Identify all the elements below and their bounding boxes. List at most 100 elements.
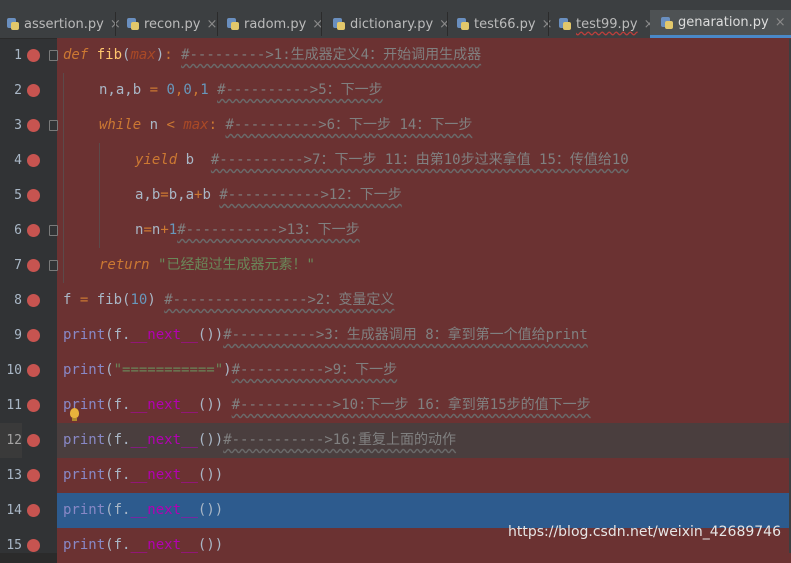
- lightbulb-icon[interactable]: [70, 408, 79, 421]
- code-text: return "已经超过生成器元素！": [99, 257, 315, 273]
- code-line-selected[interactable]: 14 print(f.__next__()): [0, 493, 791, 528]
- code-line[interactable]: 7 return "已经超过生成器元素！": [0, 248, 791, 283]
- line-number: 2: [14, 83, 22, 98]
- python-file-icon: [332, 17, 346, 31]
- code-line[interactable]: 10 print("===========")#---------->9：下一步: [0, 353, 791, 388]
- code-line[interactable]: 12 print(f.__next__())#----------->16:重复…: [0, 423, 791, 458]
- code-text: print("===========")#---------->9：下一步: [63, 362, 398, 378]
- code-text: while n < max: #---------->6：下一步 14：下一步: [99, 117, 473, 133]
- tab-label: radom.py: [244, 16, 307, 32]
- code-line[interactable]: 1 def fib(max): #--------->1:生成器定义4：开始调用…: [0, 38, 791, 73]
- line-number: 5: [14, 188, 22, 203]
- indent-guide: [99, 178, 100, 213]
- tab-radom[interactable]: radom.py ×: [226, 10, 323, 38]
- line-number: 11: [6, 398, 22, 413]
- tab-label: genaration.py: [678, 15, 769, 30]
- line-number: 7: [14, 258, 22, 273]
- python-file-icon: [6, 17, 20, 31]
- breakpoint-icon[interactable]: [27, 329, 40, 342]
- breakpoint-icon[interactable]: [27, 434, 40, 447]
- breakpoint-icon[interactable]: [27, 49, 40, 62]
- python-file-icon: [558, 17, 572, 31]
- line-number: 8: [14, 293, 22, 308]
- code-text: print(f.__next__())#---------->3：生成器调用 8…: [63, 327, 588, 343]
- tab-divider: [115, 12, 116, 36]
- indent-guide: [63, 178, 64, 213]
- code-line[interactable]: 11 print(f.__next__()) #----------->10:下…: [0, 388, 791, 423]
- tab-dictionary[interactable]: dictionary.py ×: [332, 10, 450, 38]
- indent-guide: [63, 213, 64, 248]
- code-text: print(f.__next__()) #----------->10:下一步 …: [63, 397, 591, 413]
- breakpoint-icon[interactable]: [27, 189, 40, 202]
- breakpoint-icon[interactable]: [27, 259, 40, 272]
- tab-assertion[interactable]: assertion.py ×: [6, 10, 121, 38]
- code-text: n,a,b = 0,0,1 #---------->5：下一步: [99, 82, 383, 98]
- python-file-icon: [226, 17, 240, 31]
- code-text: print(f.__next__()): [63, 467, 224, 483]
- line-number: 10: [6, 363, 22, 378]
- breakpoint-icon[interactable]: [27, 294, 40, 307]
- watermark-text: https://blog.csdn.net/weixin_42689746: [507, 524, 781, 540]
- tab-label: assertion.py: [24, 16, 104, 32]
- code-text: print(f.__next__())#----------->16:重复上面的…: [63, 432, 457, 448]
- tab-divider: [321, 12, 322, 36]
- fold-marker-icon[interactable]: [49, 50, 58, 61]
- code-text: print(f.__next__()): [63, 502, 224, 518]
- line-number: 3: [14, 118, 22, 133]
- tab-divider: [217, 12, 218, 36]
- python-file-icon: [456, 17, 470, 31]
- code-text: a,b=b,a+b #----------->12：下一步: [135, 187, 402, 203]
- breakpoint-icon[interactable]: [27, 504, 40, 517]
- close-icon[interactable]: ×: [439, 17, 450, 32]
- breakpoint-icon[interactable]: [27, 119, 40, 132]
- code-text: n=n+1#----------->13：下一步: [135, 222, 360, 238]
- indent-guide: [63, 108, 64, 143]
- tab-label: dictionary.py: [350, 16, 434, 32]
- code-line[interactable]: 13 print(f.__next__()): [0, 458, 791, 493]
- breakpoint-icon[interactable]: [27, 154, 40, 167]
- line-number: 4: [14, 153, 22, 168]
- line-number: 12: [0, 423, 22, 458]
- breakpoint-icon[interactable]: [27, 224, 40, 237]
- python-file-icon: [660, 16, 674, 30]
- editor-tab-bar: assertion.py × recon.py × radom.py × dic…: [0, 0, 791, 39]
- breakpoint-icon[interactable]: [27, 399, 40, 412]
- code-line[interactable]: 9 print(f.__next__())#---------->3：生成器调用…: [0, 318, 791, 353]
- tab-label: test99.py: [576, 16, 638, 32]
- code-line[interactable]: 8 f = fib(10) #---------------->2：变量定义: [0, 283, 791, 318]
- code-text: f = fib(10) #---------------->2：变量定义: [63, 292, 395, 308]
- tab-divider: [447, 12, 448, 36]
- tab-test99[interactable]: test99.py ×: [558, 10, 655, 38]
- breakpoint-icon[interactable]: [27, 469, 40, 482]
- tab-recon[interactable]: recon.py ×: [126, 10, 217, 38]
- line-number: 6: [14, 223, 22, 238]
- python-file-icon: [126, 17, 140, 31]
- code-line[interactable]: 4 yield b #---------->7：下一步 11：由第10步过来拿值…: [0, 143, 791, 178]
- line-number: 1: [14, 48, 22, 63]
- breakpoint-icon[interactable]: [27, 84, 40, 97]
- code-line[interactable]: 6 n=n+1#----------->13：下一步: [0, 213, 791, 248]
- fold-marker-icon[interactable]: [49, 120, 58, 131]
- code-text: def fib(max): #--------->1:生成器定义4：开始调用生成…: [63, 47, 482, 63]
- code-line[interactable]: 3 while n < max: #---------->6：下一步 14：下一…: [0, 108, 791, 143]
- line-number: 14: [6, 503, 22, 518]
- fold-marker-icon[interactable]: [49, 225, 58, 236]
- tab-divider: [548, 12, 549, 36]
- indent-guide: [63, 248, 64, 283]
- breakpoint-icon[interactable]: [27, 364, 40, 377]
- fold-marker-icon[interactable]: [49, 260, 58, 271]
- indent-guide: [99, 143, 100, 178]
- line-number: 13: [6, 468, 22, 483]
- code-text: yield b #---------->7：下一步 11：由第10步过来拿值 1…: [135, 152, 629, 168]
- tab-test66[interactable]: test66.py ×: [456, 10, 553, 38]
- tab-genaration[interactable]: genaration.py ×: [650, 10, 791, 38]
- close-icon[interactable]: ×: [775, 15, 786, 30]
- indent-guide: [99, 213, 100, 248]
- code-line[interactable]: 2 n,a,b = 0,0,1 #---------->5：下一步: [0, 73, 791, 108]
- tab-label: recon.py: [144, 16, 201, 32]
- code-line[interactable]: 5 a,b=b,a+b #----------->12：下一步: [0, 178, 791, 213]
- tab-label: test66.py: [474, 16, 536, 32]
- code-text: print(f.__next__()): [63, 537, 224, 553]
- close-icon[interactable]: ×: [206, 17, 217, 32]
- breakpoint-icon[interactable]: [27, 539, 40, 552]
